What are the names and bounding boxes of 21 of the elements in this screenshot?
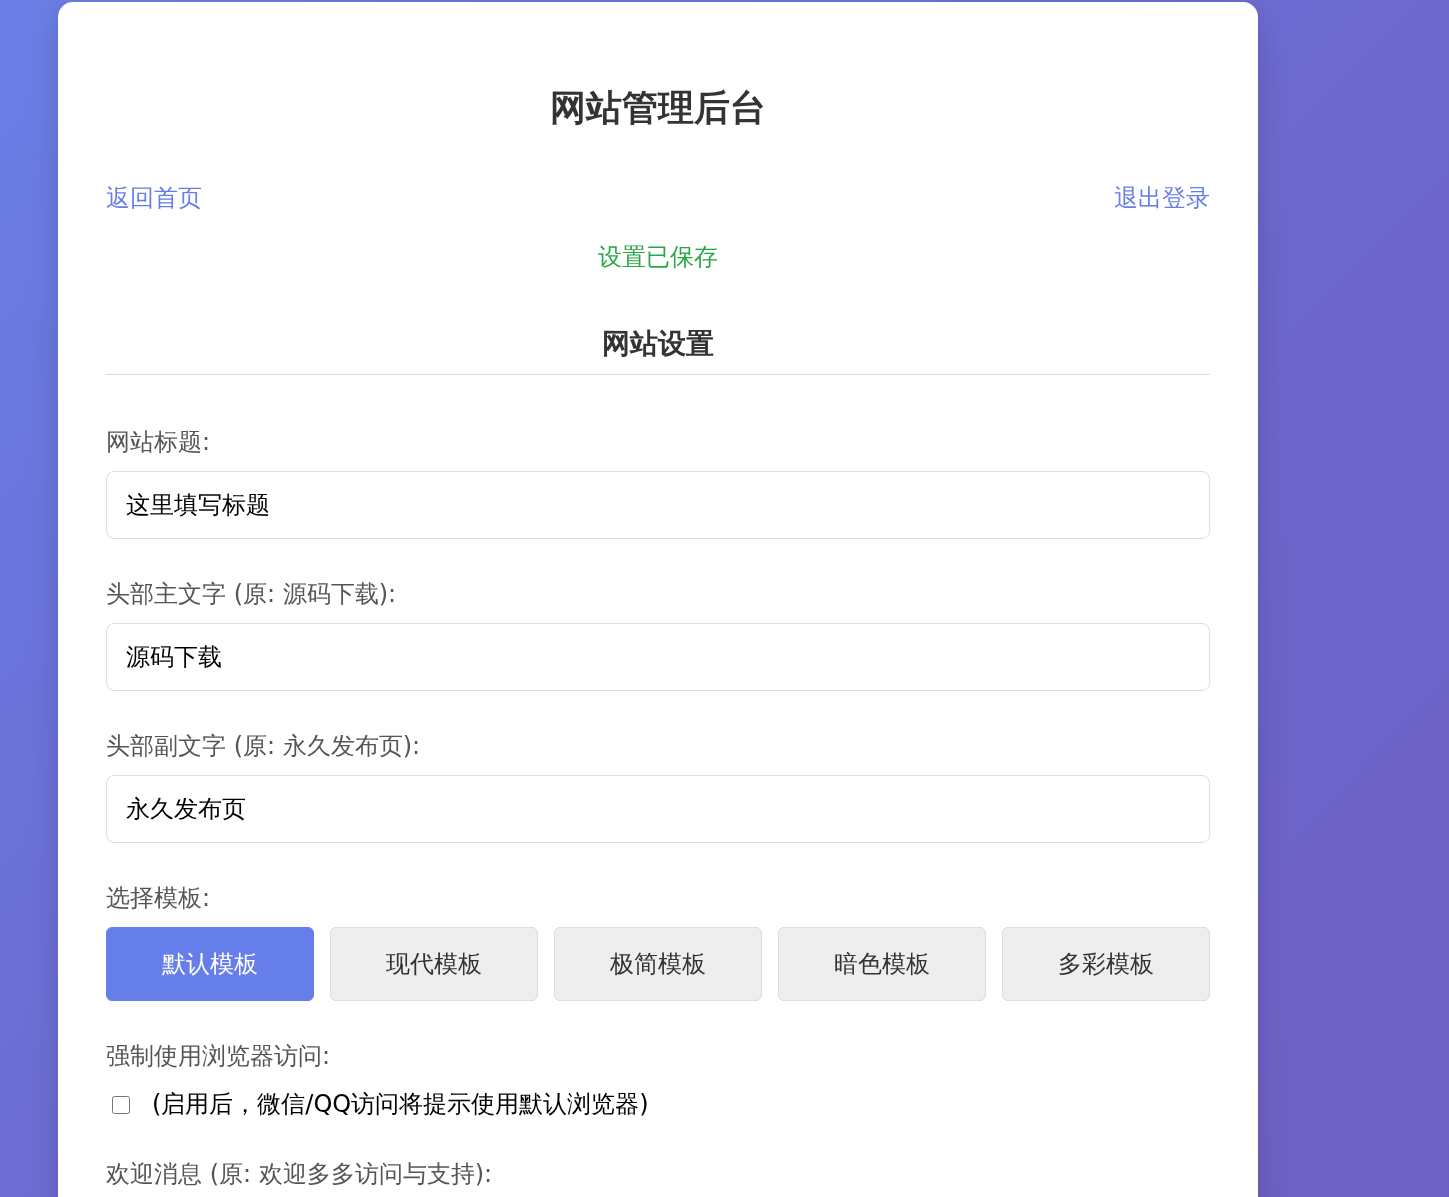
field-label: 头部副文字 (原: 永久发布页): bbox=[106, 732, 421, 761]
template-button[interactable]: 极简模板 bbox=[554, 927, 762, 1001]
field-label: 头部主文字 (原: 源码下载): bbox=[106, 580, 397, 609]
page-title: 网站管理后台 bbox=[549, 86, 767, 129]
template-button[interactable]: 默认模板 bbox=[106, 927, 314, 1001]
template-button[interactable]: 现代模板 bbox=[330, 927, 538, 1001]
section-title: 网站设置 bbox=[106, 327, 1210, 375]
nav-link[interactable]: 返回首页 bbox=[106, 184, 202, 213]
template-button[interactable]: 多彩模板 bbox=[1002, 927, 1210, 1001]
field-label: 强制使用浏览器访问: bbox=[106, 1042, 331, 1071]
template-button[interactable]: 暗色模板 bbox=[778, 927, 986, 1001]
checkbox-hint: (启用后，微信/QQ访问将提示使用默认浏览器) bbox=[152, 1090, 649, 1119]
text-input[interactable]: 源码下载 bbox=[106, 623, 1210, 691]
nav-link[interactable]: 退出登录 bbox=[1114, 184, 1210, 213]
field-label: 选择模板: bbox=[106, 884, 211, 913]
field-label: 网站标题: bbox=[106, 428, 211, 457]
text-input[interactable]: 这里填写标题 bbox=[106, 471, 1210, 539]
field-label: 欢迎消息 (原: 欢迎多多访问与支持): bbox=[106, 1160, 493, 1189]
checkbox[interactable] bbox=[112, 1095, 130, 1114]
text-input[interactable]: 永久发布页 bbox=[106, 775, 1210, 843]
status-message: 设置已保存 bbox=[598, 243, 718, 272]
